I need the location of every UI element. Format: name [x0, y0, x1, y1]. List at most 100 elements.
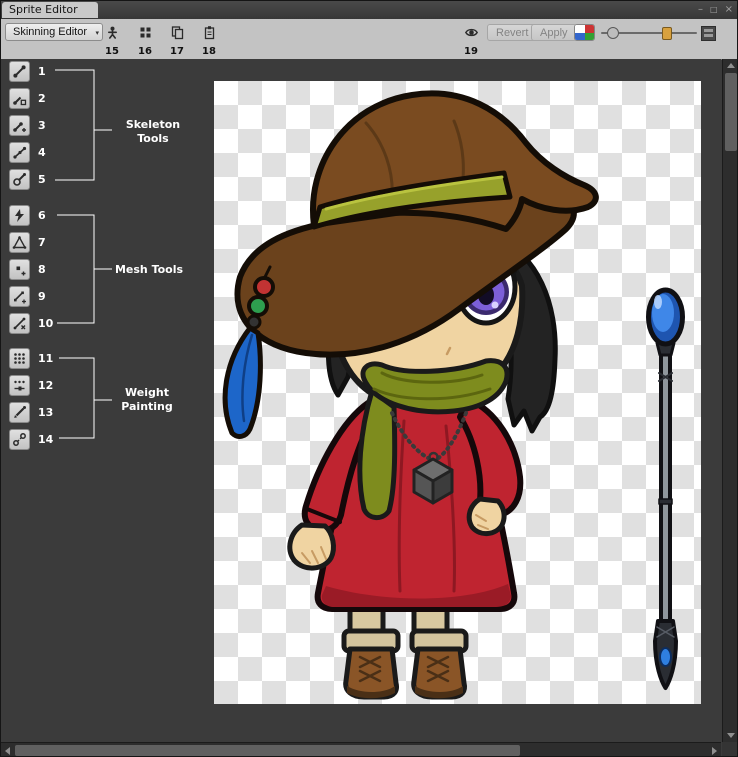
tool-button-create-bone[interactable]	[9, 61, 30, 82]
window-controls: – □ ×	[698, 2, 733, 18]
rgb-white-swatch	[575, 25, 585, 33]
chevron-down-icon: ▾	[95, 25, 99, 42]
tool-button-split-edge[interactable]	[9, 313, 30, 334]
pose-figure-icon	[105, 25, 120, 40]
visibility-button[interactable]	[460, 23, 482, 42]
tool-number: 14	[38, 429, 53, 450]
apply-button[interactable]: Apply	[531, 24, 577, 41]
weight-painting-label-line2: Painting	[121, 400, 173, 413]
scroll-right-arrow-icon[interactable]	[712, 747, 717, 755]
vertical-scroll-thumb[interactable]	[725, 73, 737, 151]
vertical-scrollbar[interactable]	[722, 59, 738, 742]
tool-number: 7	[38, 232, 46, 253]
reset-pose-button[interactable]	[101, 23, 123, 42]
tool-number: 9	[38, 286, 46, 307]
tool-button-create-edge[interactable]	[9, 286, 30, 307]
tool-number: 12	[38, 375, 53, 396]
weight-brush-icon	[12, 405, 27, 420]
sprite-artwork	[214, 81, 701, 704]
revert-button[interactable]: Revert	[487, 24, 537, 41]
rgb-red-swatch	[585, 25, 595, 33]
rgb-alpha-toggle-button[interactable]	[574, 24, 595, 41]
scroll-down-arrow-icon[interactable]	[727, 733, 735, 738]
sprite-sheet-button[interactable]	[134, 23, 156, 42]
split-bone-icon	[12, 118, 27, 133]
tool-number: 10	[38, 313, 53, 334]
create-vertex-icon	[12, 262, 27, 277]
skinning-editor-dropdown[interactable]: Skinning Editor ▾	[5, 23, 103, 41]
skeleton-tools-label-line2: Tools	[137, 132, 169, 145]
tool-number: 11	[38, 348, 53, 369]
toolbar: Skinning Editor ▾	[1, 19, 737, 60]
split-edge-icon	[12, 316, 27, 331]
bone-chain-icon	[12, 145, 27, 160]
edit-bone-icon	[12, 91, 27, 106]
tool-button-split-bone[interactable]	[9, 115, 30, 136]
create-bone-icon	[12, 64, 27, 79]
tool-button-weight-brush[interactable]	[9, 402, 30, 423]
mip-slider-thumb[interactable]	[662, 27, 672, 40]
auto-geometry-icon	[12, 208, 27, 223]
paste-icon	[202, 25, 217, 40]
zoom-slider-thumb[interactable]	[607, 27, 619, 39]
tool-number: 13	[38, 402, 53, 423]
toolbar-number-15: 15	[101, 46, 123, 57]
skeleton-tools-label-line1: Skeleton	[126, 118, 180, 131]
maximize-icon[interactable]: □	[710, 2, 718, 18]
left-hand	[290, 525, 334, 568]
apply-label: Apply	[540, 27, 568, 39]
mesh-tools-label: Mesh Tools	[115, 263, 184, 276]
tool-button-edit-joints[interactable]	[9, 169, 30, 190]
toolbar-number-16: 16	[134, 46, 156, 57]
copy-icon	[170, 25, 185, 40]
scrollbar-corner	[722, 742, 738, 757]
toolbar-number-17: 17	[166, 46, 188, 57]
tool-button-weight-slider[interactable]	[9, 375, 30, 396]
tool-button-edit-bone[interactable]	[9, 88, 30, 109]
transparency-checkerboard[interactable]	[214, 81, 701, 704]
unity-cube-pendant	[414, 459, 452, 503]
rgb-blue-swatch	[575, 33, 585, 41]
grid-icon	[138, 25, 153, 40]
boots	[344, 631, 466, 698]
tool-number: 2	[38, 88, 46, 109]
skinning-editor-dropdown-label: Skinning Editor	[13, 26, 87, 38]
sprite-editor-window: Sprite Editor – □ × Skinning Editor ▾	[0, 0, 738, 757]
copy-button[interactable]	[166, 23, 188, 42]
tool-button-auto-weights[interactable]	[9, 348, 30, 369]
weight-painting-bracket: Weight Painting	[59, 358, 173, 438]
tool-button-bone-influence[interactable]	[9, 429, 30, 450]
window-title: Sprite Editor	[9, 3, 78, 16]
minimize-icon[interactable]: –	[698, 2, 703, 18]
titlebar: Sprite Editor – □ ×	[1, 1, 737, 20]
window-tab[interactable]: Sprite Editor	[2, 2, 98, 18]
eye-icon	[464, 25, 479, 40]
toolbar-number-19: 19	[460, 46, 482, 57]
scroll-up-arrow-icon[interactable]	[727, 63, 735, 68]
mipmap-icon	[701, 26, 716, 41]
rgb-green-swatch	[585, 33, 595, 41]
tool-button-bone-chain[interactable]	[9, 142, 30, 163]
tool-number: 8	[38, 259, 46, 280]
tool-button-edit-geometry[interactable]	[9, 232, 30, 253]
tool-button-auto-geometry[interactable]	[9, 205, 30, 226]
magic-staff	[649, 290, 683, 688]
weight-painting-label-line1: Weight	[125, 386, 169, 399]
paste-button[interactable]	[198, 23, 220, 42]
tool-number: 1	[38, 61, 46, 82]
tool-number: 6	[38, 205, 46, 226]
close-icon[interactable]: ×	[725, 2, 733, 18]
sprite-canvas-viewport[interactable]: 1 2 3 4 5 6 7 8 9 10 11 12 13 14 Skeleto…	[1, 59, 721, 742]
weight-slider-icon	[12, 378, 27, 393]
tool-number: 5	[38, 169, 46, 190]
green-bead	[249, 297, 267, 315]
horizontal-scroll-thumb[interactable]	[15, 745, 520, 756]
horizontal-scrollbar[interactable]	[1, 742, 721, 757]
edit-joints-icon	[12, 172, 27, 187]
chibi-witch-character	[225, 93, 596, 698]
create-edge-icon	[12, 289, 27, 304]
tool-button-create-vertex[interactable]	[9, 259, 30, 280]
scroll-left-arrow-icon[interactable]	[5, 747, 10, 755]
tool-number: 4	[38, 142, 46, 163]
toolbar-number-18: 18	[198, 46, 220, 57]
